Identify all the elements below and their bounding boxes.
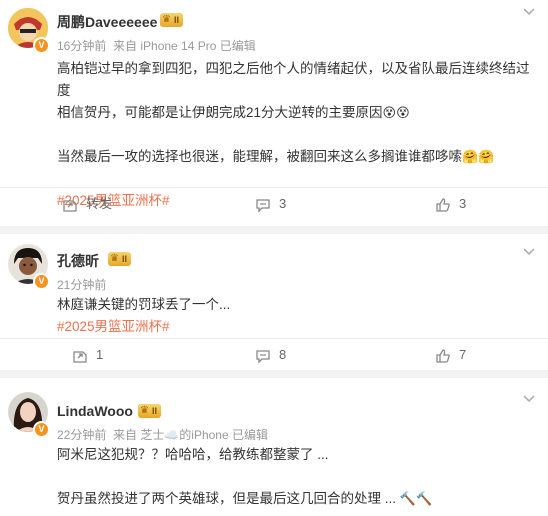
post-meta: 21分钟前 — [57, 278, 107, 292]
repost-icon — [63, 199, 77, 212]
like-button[interactable]: 7 — [435, 338, 466, 372]
post-card: V 孔德昕 II 21分钟前 林庭谦关键的罚球丢了一个... #2025男篮亚洲… — [0, 234, 548, 370]
post-text-line-2-text: 贺丹虽然投进了两个英雄球，但是最后这几回合的处理 ... — [57, 491, 397, 506]
level-badge: II — [138, 404, 162, 418]
repost-button[interactable]: 1 — [72, 338, 103, 372]
username[interactable]: LindaWooo — [57, 403, 133, 419]
hammer-emoji-icon: 🔨🔨 — [399, 491, 433, 506]
post-text-line-3: 当然最后一攻的选择也很迷，能理解，被翻回来这么多搁谁谁都哆嗦🤗🤗 — [57, 146, 542, 168]
verified-badge: V — [33, 421, 50, 438]
post-text: 阿米尼这犯规？？哈哈哈，给教练都整蒙了 ... 贺丹虽然投进了两个英雄球，但是最… — [57, 444, 542, 510]
post-text-line: 阿米尼这犯规？？哈哈哈，给教练都整蒙了 ... — [57, 447, 329, 462]
repost-icon — [73, 350, 87, 363]
like-count: 7 — [459, 347, 467, 362]
post-text-line: 林庭谦关键的罚球丢了一个... — [57, 297, 231, 312]
like-icon — [436, 348, 450, 363]
post-text-line-2: 相信贺丹，可能都是让伊朗完成21分大逆转的主要原因😵😵 — [57, 102, 542, 124]
verified-badge: V — [33, 37, 50, 54]
dizzy-emoji-icon: 😵😵 — [382, 105, 410, 120]
like-button[interactable]: 3 — [435, 187, 466, 221]
level-badge: II — [160, 13, 184, 27]
post-text-line: 高柏铠过早的拿到四犯，四犯之后他个人的情绪起伏，以及省队最后连续终结过度 — [57, 61, 530, 98]
post-toolbar: 1 8 7 — [0, 338, 548, 372]
repost-count: 1 — [96, 347, 104, 362]
more-icon[interactable] — [522, 244, 536, 261]
post-card: V 周鹏Daveeeeee II 16分钟前 来自 iPhone 14 Pro … — [0, 0, 548, 226]
repost-label: 转发 — [86, 196, 113, 211]
hug-emoji-icon: 🤗🤗 — [462, 149, 495, 164]
like-count: 3 — [459, 196, 467, 211]
repost-button[interactable]: 转发 — [62, 187, 112, 221]
like-icon — [436, 197, 450, 212]
comment-icon — [256, 198, 270, 213]
post-separator — [0, 370, 548, 378]
post-text-line-2-text: 相信贺丹，可能都是让伊朗完成21分大逆转的主要原因 — [57, 105, 383, 120]
more-icon[interactable] — [522, 4, 536, 21]
hashtag-link[interactable]: #2025男篮亚洲杯# — [57, 316, 542, 338]
comment-icon — [256, 349, 270, 364]
comment-count: 3 — [279, 196, 287, 211]
level-badge: II — [108, 252, 132, 266]
verified-badge: V — [33, 273, 50, 290]
comment-count: 8 — [279, 347, 287, 362]
post-text-line-2: 贺丹虽然投进了两个英雄球，但是最后这几回合的处理 ... 🔨🔨 — [57, 488, 542, 510]
post-text: 林庭谦关键的罚球丢了一个... #2025男篮亚洲杯# — [57, 294, 542, 338]
post-toolbar: 转发 3 3 — [0, 187, 548, 221]
comment-button[interactable]: 3 — [255, 187, 286, 221]
post-text-line-3-text: 当然最后一攻的选择也很迷，能理解，被翻回来这么多搁谁谁都哆嗦 — [57, 149, 462, 164]
post-card: V LindaWooo II 22分钟前 来自 芝士☁️的iPhone 已编辑 … — [0, 378, 548, 516]
post-separator — [0, 226, 548, 234]
comment-button[interactable]: 8 — [255, 338, 286, 372]
username[interactable]: 孔德昕 — [57, 251, 99, 271]
post-meta: 16分钟前 来自 iPhone 14 Pro 已编辑 — [57, 39, 256, 53]
post-meta: 22分钟前 来自 芝士☁️的iPhone 已编辑 — [57, 428, 268, 442]
more-icon[interactable] — [522, 391, 536, 408]
username[interactable]: 周鹏Daveeeeee — [57, 12, 157, 32]
